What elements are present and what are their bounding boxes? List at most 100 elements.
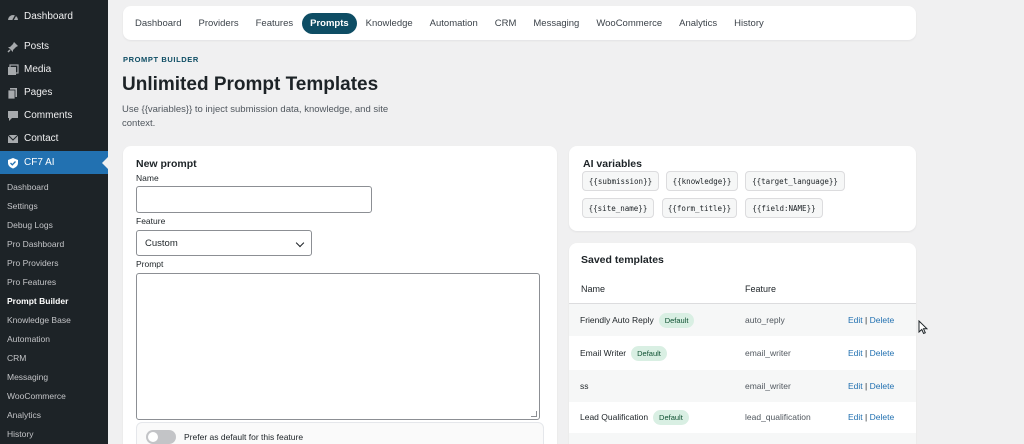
delete-link[interactable]: Delete	[870, 348, 895, 358]
default-badge: Default	[653, 409, 689, 425]
delete-link[interactable]: Delete	[870, 315, 895, 325]
edit-link[interactable]: Edit	[848, 348, 863, 358]
pin-icon	[6, 40, 19, 53]
sidebar-item-cf7-ai[interactable]: CF7 AI	[0, 151, 108, 174]
sidebar-item-label: CF7 AI	[24, 157, 55, 168]
template-feature: email_writer	[745, 348, 791, 358]
page-eyebrow: PROMPT BUILDER	[123, 55, 199, 64]
tab-features[interactable]: Features	[248, 13, 302, 34]
submenu-woocommerce[interactable]: WooCommerce	[7, 387, 107, 406]
submenu-analytics[interactable]: Analytics	[7, 406, 107, 425]
edit-link[interactable]: Edit	[848, 412, 863, 422]
template-feature: lead_qualification	[745, 412, 811, 422]
submenu-prompt-builder[interactable]: Prompt Builder	[7, 292, 107, 311]
mail-icon	[6, 132, 19, 145]
column-header-feature: Feature	[745, 284, 777, 294]
submenu-automation[interactable]: Automation	[7, 330, 107, 349]
tab-analytics[interactable]: Analytics	[671, 13, 725, 34]
tab-providers[interactable]: Providers	[190, 13, 246, 34]
variable-chip-field-name[interactable]: {{field:NAME}}	[745, 198, 823, 218]
edit-link[interactable]: Edit	[848, 381, 863, 391]
edit-link[interactable]: Edit	[848, 315, 863, 325]
template-name: ss	[580, 370, 589, 402]
sidebar-item-label: Comments	[24, 110, 73, 121]
tab-knowledge[interactable]: Knowledge	[358, 13, 421, 34]
sidebar-item-label: Pages	[24, 87, 53, 98]
variable-chip-submission[interactable]: {{submission}}	[582, 171, 659, 191]
default-toggle-switch[interactable]	[146, 430, 176, 444]
submenu-pro-providers[interactable]: Pro Providers	[7, 254, 107, 273]
submenu-debug-logs[interactable]: Debug Logs	[7, 216, 107, 235]
table-row	[569, 433, 916, 444]
sidebar-item-contact[interactable]: Contact	[0, 127, 108, 150]
submenu-history[interactable]: History	[7, 425, 107, 444]
tab-dashboard[interactable]: Dashboard	[127, 13, 189, 34]
sidebar-item-label: Media	[24, 64, 52, 75]
comments-icon	[6, 109, 19, 122]
default-toggle-row: Prefer as default for this feature	[136, 422, 544, 444]
sidebar-item-posts[interactable]: Posts	[0, 35, 108, 58]
variable-chip-target-language[interactable]: {{target_language}}	[745, 171, 845, 191]
media-icon	[6, 63, 19, 76]
tab-woocommerce[interactable]: WooCommerce	[588, 13, 670, 34]
tab-prompts[interactable]: Prompts	[302, 12, 357, 34]
resize-handle-icon[interactable]	[531, 411, 537, 417]
page-description: Use {{variables}} to inject submission d…	[122, 104, 389, 129]
page-title: Unlimited Prompt Templates	[122, 74, 379, 95]
chevron-down-icon	[295, 238, 305, 248]
dashboard-icon	[6, 10, 19, 23]
tab-crm[interactable]: CRM	[487, 13, 525, 34]
submenu-settings[interactable]: Settings	[7, 197, 107, 216]
sidebar-item-comments[interactable]: Comments	[0, 104, 108, 127]
saved-templates-title: Saved templates	[581, 254, 664, 266]
sidebar-item-label: Contact	[24, 133, 59, 144]
template-name-text: Email Writer	[580, 348, 627, 358]
row-actions: Edit | Delete	[848, 337, 894, 369]
delete-link[interactable]: Delete	[870, 381, 895, 391]
feature-select-value: Custom	[145, 237, 178, 249]
table-row: Friendly Auto Reply Default auto_reply E…	[569, 304, 916, 336]
saved-templates-card: Saved templates Name Feature Friendly Au…	[569, 243, 916, 444]
submenu-pro-features[interactable]: Pro Features	[7, 273, 107, 292]
feature-label: Feature	[136, 216, 166, 226]
action-separator: |	[865, 348, 868, 358]
name-label: Name	[136, 173, 159, 183]
template-name-text: ss	[580, 381, 589, 391]
variable-chip-form-title[interactable]: {{form_title}}	[662, 198, 737, 218]
sidebar-item-dashboard[interactable]: Dashboard	[0, 5, 108, 28]
submenu-crm[interactable]: CRM	[7, 349, 107, 368]
prompt-textarea[interactable]	[136, 273, 540, 420]
ai-variables-card: AI variables {{submission}} {{knowledge}…	[569, 146, 916, 231]
variable-chip-site-name[interactable]: {{site_name}}	[582, 198, 654, 218]
row-actions: Edit | Delete	[848, 370, 894, 402]
delete-link[interactable]: Delete	[870, 412, 895, 422]
feature-select[interactable]: Custom	[136, 230, 312, 256]
template-name-text: Lead Qualification	[580, 412, 649, 422]
tab-automation[interactable]: Automation	[422, 13, 486, 34]
variable-chip-knowledge[interactable]: {{knowledge}}	[666, 171, 738, 191]
template-name: Friendly Auto Reply Default	[580, 304, 695, 336]
tab-messaging[interactable]: Messaging	[525, 13, 587, 34]
submenu-dashboard[interactable]: Dashboard	[7, 178, 107, 197]
new-prompt-title: New prompt	[136, 158, 197, 170]
default-badge: Default	[631, 345, 667, 361]
mouse-cursor-icon	[918, 320, 928, 335]
prompt-label: Prompt	[136, 259, 164, 269]
submenu-pro-dashboard[interactable]: Pro Dashboard	[7, 235, 107, 254]
default-badge: Default	[658, 312, 695, 328]
submenu-knowledge-base[interactable]: Knowledge Base	[7, 311, 107, 330]
name-input[interactable]	[136, 186, 372, 213]
column-header-name: Name	[581, 284, 606, 294]
sidebar-item-media[interactable]: Media	[0, 58, 108, 81]
action-separator: |	[865, 315, 868, 325]
plugin-tab-bar: Dashboard Providers Features Prompts Kno…	[123, 6, 916, 40]
sidebar-item-pages[interactable]: Pages	[0, 81, 108, 104]
template-name: Lead Qualification Default	[580, 401, 689, 433]
action-separator: |	[865, 381, 868, 391]
submenu-messaging[interactable]: Messaging	[7, 368, 107, 387]
admin-sidebar: Dashboard Posts Media Pages Comments Con…	[0, 0, 108, 444]
table-row: Email Writer Default email_writer Edit |…	[569, 337, 916, 369]
template-name-text: Friendly Auto Reply	[580, 315, 654, 325]
ai-variables-title: AI variables	[583, 158, 642, 170]
tab-history[interactable]: History	[726, 13, 772, 34]
